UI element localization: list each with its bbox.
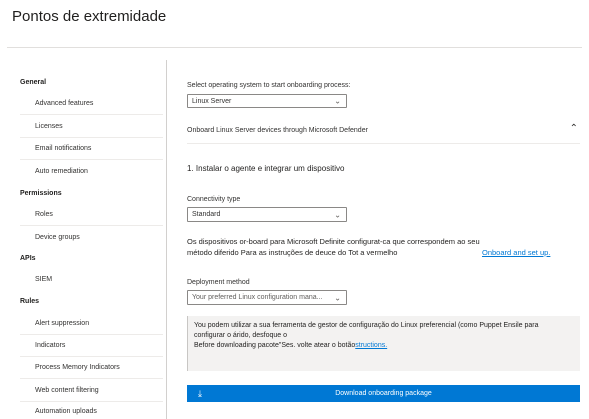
os-select-value: Linux Server: [192, 97, 232, 105]
onboard-section-header[interactable]: Onboard Linux Server devices through Mic…: [187, 121, 580, 141]
download-onboarding-package-button[interactable]: ⤓ Download onboarding package: [187, 385, 580, 402]
chevron-down-icon: ⌄: [334, 210, 341, 219]
instructions-link[interactable]: structions.: [355, 342, 387, 349]
os-select[interactable]: Linux Server ⌄: [187, 94, 347, 108]
info-text: Before downloading pacote"Ses. volte ate…: [194, 342, 356, 349]
sidebar-separator: [20, 378, 163, 379]
section-divider: [187, 143, 580, 144]
download-icon: ⤓: [198, 388, 202, 398]
sidebar-separator: [20, 114, 163, 115]
page-title: Pontos de extremidade: [12, 8, 167, 25]
sidebar-separator: [20, 334, 163, 335]
connectivity-select[interactable]: Standard ⌄: [187, 207, 347, 222]
sidebar-separator: [20, 356, 163, 357]
sidebar-separator: [20, 401, 163, 402]
chevron-up-icon[interactable]: ⌃: [570, 123, 578, 134]
sidebar-heading-permissions: Permissions: [20, 190, 62, 197]
deployment-info-box: You podem utilizar a sua ferramenta de g…: [187, 316, 580, 371]
os-select-label: Select operating system to start onboard…: [187, 82, 351, 89]
step-heading: 1. Instalar o agente e integrar um dispo…: [187, 164, 345, 173]
sidebar-heading-rules: Rules: [20, 298, 40, 305]
sidebar-separator: [20, 137, 163, 138]
deployment-method-label: Deployment method: [187, 279, 250, 286]
deployment-method-select[interactable]: Your preferred Linux configuration mana.…: [187, 290, 347, 305]
settings-sidebar: General Advanced features Licenses Email…: [7, 60, 167, 419]
sidebar-heading-apis: APIs: [20, 255, 36, 262]
sidebar-separator: [20, 159, 163, 160]
chevron-down-icon: ⌄: [334, 293, 341, 302]
sidebar-separator: [20, 225, 163, 226]
onboard-setup-link[interactable]: Onboard and set up.: [482, 247, 550, 258]
header-divider: [7, 47, 582, 48]
sidebar-divider: [166, 60, 167, 419]
chevron-down-icon: ⌄: [334, 96, 341, 106]
connectivity-select-value: Standard: [192, 211, 221, 218]
connectivity-label: Connectivity type: [187, 196, 241, 203]
download-button-label: Download onboarding package: [335, 390, 432, 397]
section-title: Onboard Linux Server devices through Mic…: [187, 127, 368, 134]
sidebar-heading-general: General: [20, 79, 47, 86]
deployment-method-placeholder: Your preferred Linux configuration mana.…: [192, 294, 323, 301]
